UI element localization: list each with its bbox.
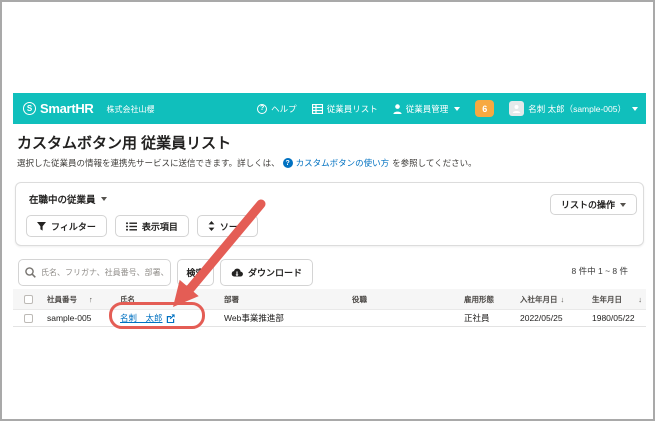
sort-updown-icon [208,221,215,231]
help-label: ヘルプ [271,103,297,115]
column-header-employment-type[interactable]: 雇用形態 [460,294,516,305]
cloud-download-icon [231,268,243,277]
company-name: 株式会社山櫻 [107,104,155,115]
employee-manage-nav-item[interactable]: 従業員管理 [393,103,461,115]
column-label: 入社年月日 [520,294,558,305]
cell-name: 名刺 太郎 [116,312,220,324]
cell-hire-date: 2022/05/25 [516,313,588,323]
user-name: 名刺 太郎（sample-005） [528,103,626,115]
smarthr-logo-text[interactable]: SmartHR [40,101,94,116]
chevron-down-icon [620,203,626,207]
avatar [509,101,524,116]
search-icon [25,267,36,278]
column-header-name[interactable]: 氏名 [116,294,220,305]
column-label: 役職 [352,294,367,305]
page-title: カスタムボタン用 従業員リスト [17,132,231,153]
sort-desc-icon[interactable]: ↓ [561,295,565,304]
user-menu[interactable]: 名刺 太郎（sample-005） [509,101,638,116]
column-header-hire-date[interactable]: 入社年月日 ↓ [516,294,588,305]
cell-dept: Web事業推進部 [220,312,348,324]
status-filter-dropdown[interactable]: 在職中の従業員 [29,192,107,206]
search-button-label: 検索 [186,266,204,279]
download-button-label: ダウンロード [248,266,302,279]
help-nav-item[interactable]: ? ヘルプ [257,103,297,115]
column-header-emp-no[interactable]: 社員番号 ↑ [43,294,116,305]
search-input[interactable] [18,259,171,286]
list-actions-button-label: リストの操作 [561,198,615,211]
column-label: 社員番号 [47,294,77,305]
smarthr-logo-icon: S [23,102,36,115]
filter-button-label: フィルター [51,220,96,233]
sort-asc-icon[interactable]: ↑ [89,295,93,304]
toolbar-card: 在職中の従業員 フィルター 表示項目 [15,182,644,246]
toolbar-buttons: フィルター 表示項目 ソート [26,215,258,237]
person-icon [393,104,402,114]
download-button[interactable]: ダウンロード [220,259,313,286]
filter-button[interactable]: フィルター [26,215,107,237]
column-label: 雇用形態 [464,294,494,305]
sort-button[interactable]: ソート [197,215,258,237]
employee-manage-label: 従業員管理 [406,103,449,115]
column-label: 氏名 [120,294,135,305]
employee-list-nav-item[interactable]: 従業員リスト [312,103,378,115]
row-checkbox[interactable] [24,314,33,323]
cell-birth-date: 1980/05/22 [588,313,646,323]
grid-icon [312,104,323,114]
employee-list-label: 従業員リスト [327,103,378,115]
display-columns-button-label: 表示項目 [142,220,178,233]
list-icon [126,222,137,231]
help-icon: ? [257,104,267,114]
list-actions-button[interactable]: リストの操作 [550,194,637,215]
avatar-person-icon [512,104,521,113]
description-text-after: を参照してください。 [392,157,477,169]
column-header-role[interactable]: 役職 [348,294,460,305]
description-text-before: 選択した従業員の情報を連携先サービスに送信できます。詳しくは、 [17,157,280,169]
help-question-icon: ? [283,158,293,168]
display-columns-button[interactable]: 表示項目 [115,215,189,237]
custom-button-help-link[interactable]: カスタムボタンの使い方 [296,157,390,169]
employee-name-text: 名刺 太郎 [120,312,163,324]
sort-desc-icon[interactable]: ↓ [638,295,642,304]
chevron-down-icon [632,107,638,111]
result-count: 8 件中 1 ~ 8 件 [572,265,628,277]
chevron-down-icon [101,197,107,201]
search-field-wrap [18,259,171,286]
employee-table: 社員番号 ↑ 氏名 部署 役職 雇用形態 入社年月日 ↓ 生年月日 ↓ [13,289,646,327]
column-label: 部署 [224,294,239,305]
column-label: 生年月日 [592,294,622,305]
select-all-cell [13,295,43,304]
chevron-down-icon [454,107,460,111]
app-header-nav: ? ヘルプ 従業員リスト 従業員管理 6 [257,93,638,124]
external-link-icon [166,314,175,323]
column-header-birth-date[interactable]: 生年月日 ↓ [588,294,646,305]
table-header-row: 社員番号 ↑ 氏名 部署 役職 雇用形態 入社年月日 ↓ 生年月日 ↓ [13,289,646,310]
cell-emp-no: sample-005 [43,313,116,323]
column-header-dept[interactable]: 部署 [220,294,348,305]
cell-employment-type: 正社員 [460,312,516,324]
status-filter-label: 在職中の従業員 [29,192,96,206]
table-row: sample-005 名刺 太郎 Web事業推進部 正社員 2022/05/25… [13,310,646,327]
funnel-icon [37,222,46,231]
sort-button-label: ソート [220,220,247,233]
employee-name-link[interactable]: 名刺 太郎 [120,312,175,324]
page-description: 選択した従業員の情報を連携先サービスに送信できます。詳しくは、 ? カスタムボタ… [17,157,477,169]
notification-badge[interactable]: 6 [475,100,494,117]
app-header: S SmartHR 株式会社山櫻 ? ヘルプ 従業員リスト [13,93,646,124]
screenshot-frame: S SmartHR 株式会社山櫻 ? ヘルプ 従業員リスト [0,0,655,421]
select-all-checkbox[interactable] [24,295,33,304]
row-select-cell [13,314,43,323]
search-button[interactable]: 検索 [177,259,214,286]
